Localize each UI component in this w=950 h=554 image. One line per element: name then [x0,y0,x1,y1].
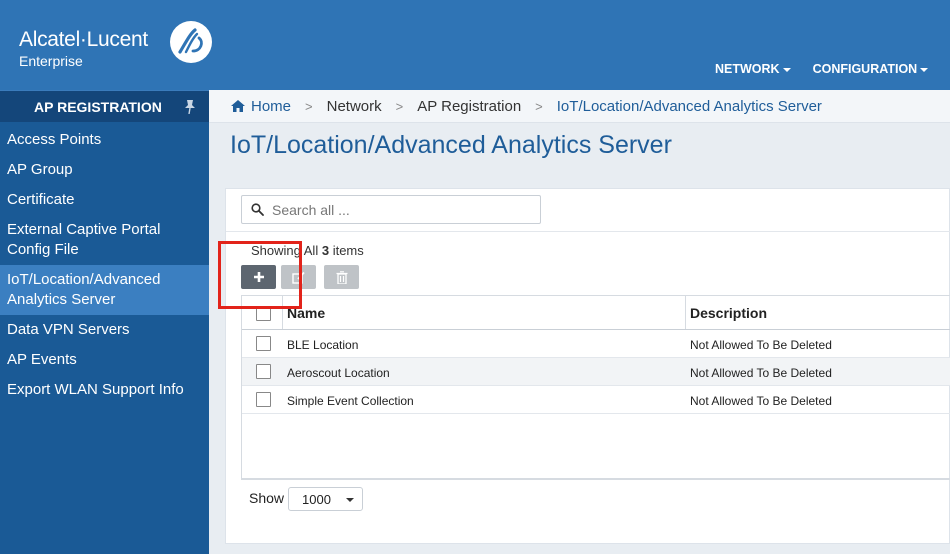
nav-network-label: NETWORK [715,62,780,76]
chevron-down-icon [346,498,354,502]
sidebar-item-iot-location-server[interactable]: IoT/Location/Advanced Analytics Server [0,265,209,315]
table-header: Name Description [242,296,950,330]
sidebar-item-data-vpn-servers[interactable]: Data VPN Servers [0,315,209,345]
breadcrumb-current: IoT/Location/Advanced Analytics Server [556,97,822,115]
breadcrumb: Home > Network > AP Registration > IoT/L… [209,90,950,123]
brand-name: Alcatel·Lucent [19,28,148,51]
column-header-name[interactable]: Name [283,296,686,329]
sidebar-item-ap-group[interactable]: AP Group [0,155,209,185]
cell-description: Not Allowed To Be Deleted [690,338,832,352]
sidebar-title: AP REGISTRATION [0,90,209,122]
sidebar-item-ap-events[interactable]: AP Events [0,345,209,375]
page-size-select[interactable]: 1000 [288,487,363,511]
home-icon [231,99,245,112]
column-header-description[interactable]: Description [686,296,950,329]
showing-suffix: items [332,243,364,258]
page-title: IoT/Location/Advanced Analytics Server [230,131,672,159]
table-row[interactable]: BLE Location Not Allowed To Be Deleted [242,330,950,358]
breadcrumb-home-label: Home [251,97,292,115]
table-row[interactable]: Aeroscout Location Not Allowed To Be Del… [242,358,950,386]
breadcrumb-network[interactable]: Network [327,98,382,115]
alcatel-lucent-logo-icon [170,21,212,63]
sidebar-item-external-captive-portal[interactable]: External Captive Portal Config File [0,215,209,265]
content-panel: Showing All 3 items [225,188,950,544]
divider [241,479,950,480]
table-row[interactable]: Simple Event Collection Not Allowed To B… [242,386,950,414]
chevron-down-icon [920,67,929,72]
search-input[interactable] [272,200,534,220]
pin-icon[interactable] [184,100,196,114]
cell-name: BLE Location [287,338,359,352]
top-nav: NETWORK CONFIGURATION U [715,62,950,76]
sidebar-item-export-wlan-support[interactable]: Export WLAN Support Info [0,375,209,405]
sidebar: AP REGISTRATION Access Points AP Group C… [0,90,209,554]
cell-name: Aeroscout Location [287,366,390,380]
row-checkbox-cell [242,386,283,413]
search-box [241,195,541,224]
nav-configuration-label: CONFIGURATION [812,62,918,76]
page-size-value: 1000 [302,492,331,507]
highlight-box [218,241,302,309]
cell-description: Not Allowed To Be Deleted [690,394,832,408]
brand-logo[interactable]: Alcatel·Lucent Enterprise [19,28,148,69]
cell-name: Simple Event Collection [287,394,414,408]
sidebar-item-certificate[interactable]: Certificate [0,185,209,215]
sidebar-item-access-points[interactable]: Access Points [0,125,209,155]
delete-button[interactable] [324,265,359,289]
row-checkbox[interactable] [256,336,271,351]
page-size-label: Show [249,490,285,506]
breadcrumb-separator: > [535,98,543,114]
cell-description: Not Allowed To Be Deleted [690,366,832,380]
divider [226,231,950,232]
trash-icon [336,270,347,284]
nav-configuration[interactable]: CONFIGURATION [813,62,929,76]
sidebar-title-label: AP REGISTRATION [34,98,162,115]
row-checkbox[interactable] [256,392,271,407]
nav-network[interactable]: NETWORK [715,62,791,76]
row-checkbox-cell [242,358,283,385]
breadcrumb-home[interactable]: Home [231,98,291,115]
showing-number: 3 [321,243,330,258]
breadcrumb-ap-registration[interactable]: AP Registration [417,98,521,115]
top-header: Alcatel·Lucent Enterprise NETWORK CONFIG… [0,0,950,90]
sidebar-menu: Access Points AP Group Certificate Exter… [0,122,209,405]
row-checkbox-cell [242,330,283,357]
breadcrumb-separator: > [305,98,313,114]
breadcrumb-separator: > [395,98,404,114]
search-icon [251,203,264,216]
data-table: Name Description BLE Location Not Allowe… [241,295,950,479]
row-checkbox[interactable] [256,364,271,379]
main-content: Home > Network > AP Registration > IoT/L… [209,90,950,554]
brand-subtitle: Enterprise [19,53,83,69]
chevron-down-icon [782,67,791,72]
